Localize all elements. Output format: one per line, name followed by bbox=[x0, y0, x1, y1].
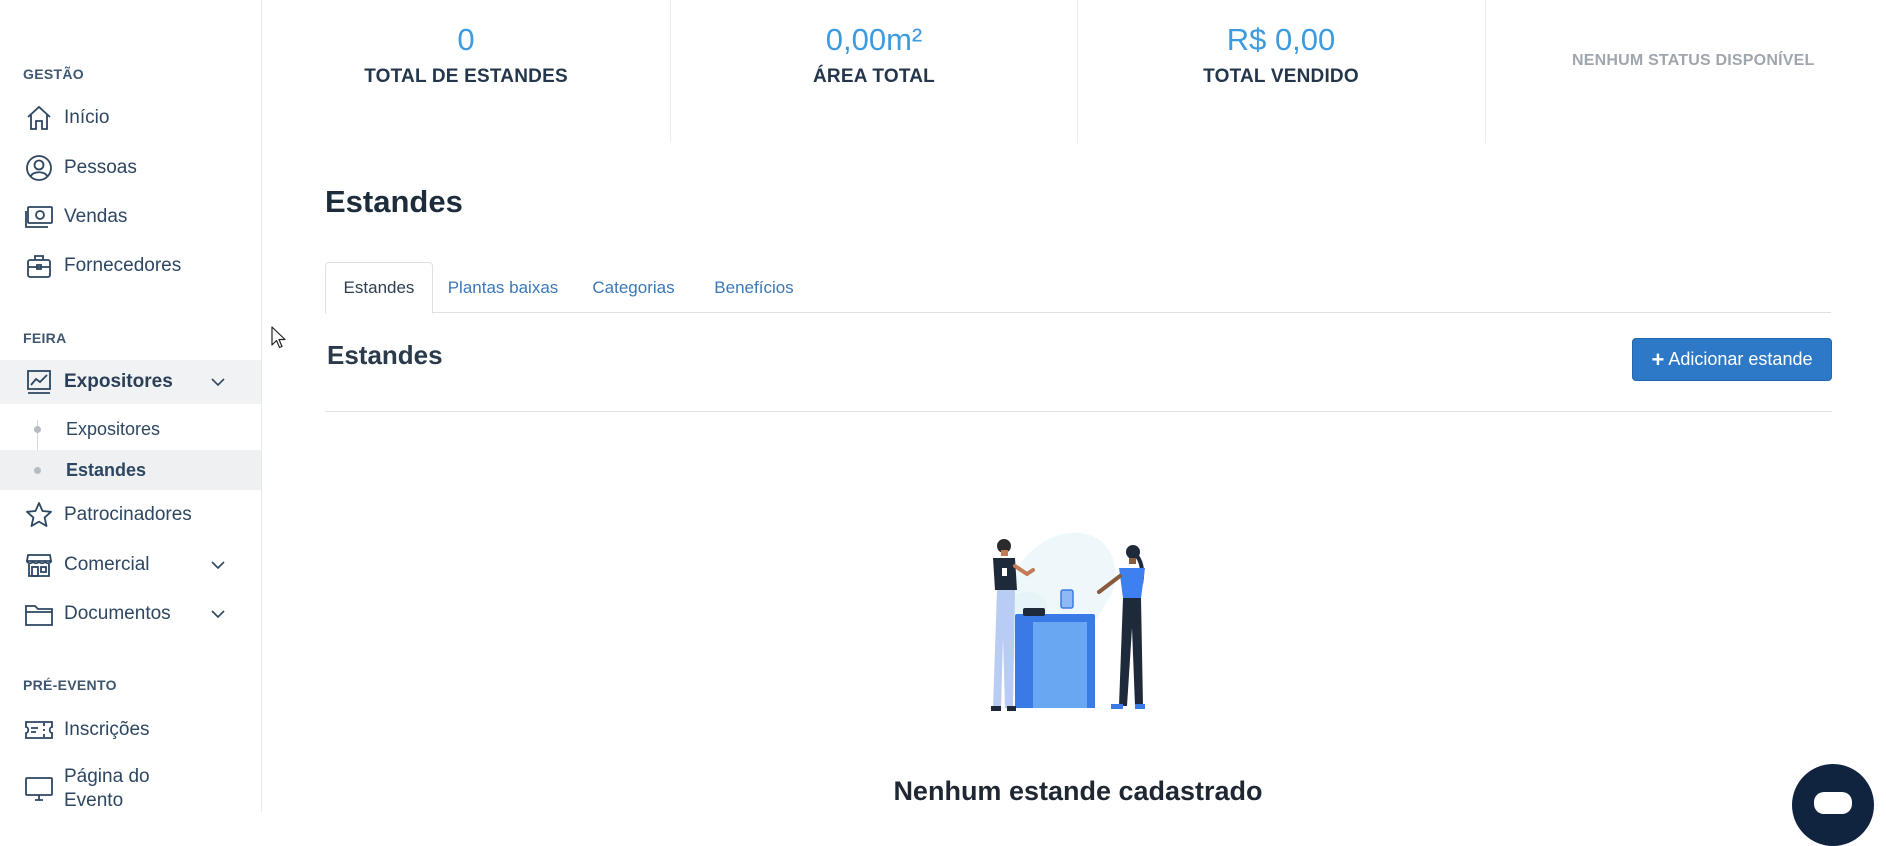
tab-categorias[interactable]: Categorias bbox=[581, 262, 686, 313]
sidebar-item-expositores[interactable]: Expositores bbox=[0, 360, 261, 404]
chevron-down-icon bbox=[208, 372, 228, 392]
sidebar-item-inicio[interactable]: Início bbox=[0, 96, 261, 140]
sidebar-subitem-expositores[interactable]: Expositores bbox=[0, 409, 261, 449]
bullet-icon bbox=[34, 466, 41, 474]
chat-widget-button[interactable] bbox=[1792, 764, 1874, 846]
sidebar-item-label: Pessoas bbox=[64, 157, 137, 178]
sidebar-item-comercial[interactable]: Comercial bbox=[0, 543, 261, 587]
sidebar-subitem-label: Estandes bbox=[66, 459, 147, 480]
section-label-feira: FEIRA bbox=[23, 330, 67, 346]
tab-plantas-baixas[interactable]: Plantas baixas bbox=[438, 262, 568, 313]
stat-caption: TOTAL VENDIDO bbox=[1203, 66, 1359, 87]
add-estande-button[interactable]: + Adicionar estande bbox=[1632, 338, 1832, 381]
sidebar-item-patrocinadores[interactable]: Patrocinadores bbox=[0, 493, 261, 537]
tab-bar: Estandes Plantas baixas Categorias Benef… bbox=[325, 262, 1831, 314]
stat-caption: TOTAL DE ESTANDES bbox=[364, 66, 568, 87]
stat-value: 0,00m² bbox=[825, 22, 923, 57]
stat-value: R$ 0,00 bbox=[1226, 22, 1336, 57]
sidebar-item-label: Vendas bbox=[64, 206, 128, 227]
monitor-icon bbox=[24, 774, 54, 804]
chevron-down-icon bbox=[208, 604, 228, 624]
ticket-icon bbox=[24, 715, 54, 745]
plus-icon: + bbox=[1651, 346, 1665, 372]
sidebar-subitem-estandes[interactable]: Estandes bbox=[0, 450, 261, 490]
sidebar-item-vendas[interactable]: Vendas bbox=[0, 195, 261, 239]
chart-icon bbox=[24, 367, 54, 397]
section-label-gestao: GESTÃO bbox=[23, 66, 84, 82]
sidebar-item-label-line2: Evento bbox=[64, 790, 124, 811]
tab-beneficios[interactable]: Benefícios bbox=[699, 262, 809, 313]
section-title: Estandes bbox=[327, 340, 443, 370]
chat-icon bbox=[1814, 792, 1852, 814]
status-empty-message: NENHUM STATUS DISPONÍVEL bbox=[1572, 52, 1815, 69]
sidebar-item-label: Fornecedores bbox=[64, 255, 182, 276]
chevron-down-icon bbox=[208, 555, 228, 575]
sidebar-item-label: Expositores bbox=[64, 371, 173, 392]
sidebar-item-label-line1: Página do bbox=[64, 766, 150, 787]
stat-divider bbox=[1485, 0, 1486, 143]
page-title: Estandes bbox=[325, 184, 463, 219]
stat-caption: ÁREA TOTAL bbox=[813, 66, 935, 87]
money-icon bbox=[24, 202, 54, 232]
bullet-icon bbox=[34, 425, 41, 433]
stat-total-estandes: 0 TOTAL DE ESTANDES bbox=[262, 0, 670, 143]
add-estande-label: Adicionar estande bbox=[1668, 349, 1813, 369]
sidebar-item-label: Comercial bbox=[64, 554, 150, 575]
sidebar-item-label: Inscrições bbox=[64, 719, 150, 740]
sidebar-item-label: Documentos bbox=[64, 603, 171, 624]
empty-state-illustration bbox=[991, 532, 1145, 711]
mouse-cursor-icon bbox=[271, 326, 286, 349]
stat-value: 0 bbox=[457, 22, 475, 57]
sidebar-item-label: Página do Evento bbox=[64, 765, 150, 813]
user-circle-icon bbox=[24, 153, 54, 183]
sidebar: GESTÃO Início Pessoas Vendas Fornecedore… bbox=[0, 0, 262, 812]
home-icon bbox=[24, 103, 54, 133]
store-icon bbox=[24, 550, 54, 580]
sidebar-item-pagina-do-evento[interactable]: Página do Evento bbox=[0, 765, 261, 813]
star-icon bbox=[24, 500, 54, 530]
sidebar-item-fornecedores[interactable]: Fornecedores bbox=[0, 244, 261, 288]
sidebar-item-documentos[interactable]: Documentos bbox=[0, 592, 261, 636]
sidebar-item-label: Patrocinadores bbox=[64, 504, 192, 525]
tab-estandes[interactable]: Estandes bbox=[325, 262, 433, 314]
stat-total-vendido: R$ 0,00 TOTAL VENDIDO bbox=[1078, 0, 1484, 143]
folder-icon bbox=[24, 599, 54, 629]
sidebar-subitem-label: Expositores bbox=[66, 418, 161, 439]
briefcase-icon bbox=[24, 251, 54, 281]
empty-state-message: Nenhum estande cadastrado bbox=[893, 776, 1263, 806]
sidebar-item-inscricoes[interactable]: Inscrições bbox=[0, 708, 261, 752]
sidebar-item-pessoas[interactable]: Pessoas bbox=[0, 146, 261, 190]
section-label-pre-evento: PRÉ-EVENTO bbox=[23, 677, 117, 693]
stat-area-total: 0,00m² ÁREA TOTAL bbox=[671, 0, 1077, 143]
sidebar-item-label: Início bbox=[64, 107, 110, 128]
divider bbox=[325, 411, 1832, 412]
